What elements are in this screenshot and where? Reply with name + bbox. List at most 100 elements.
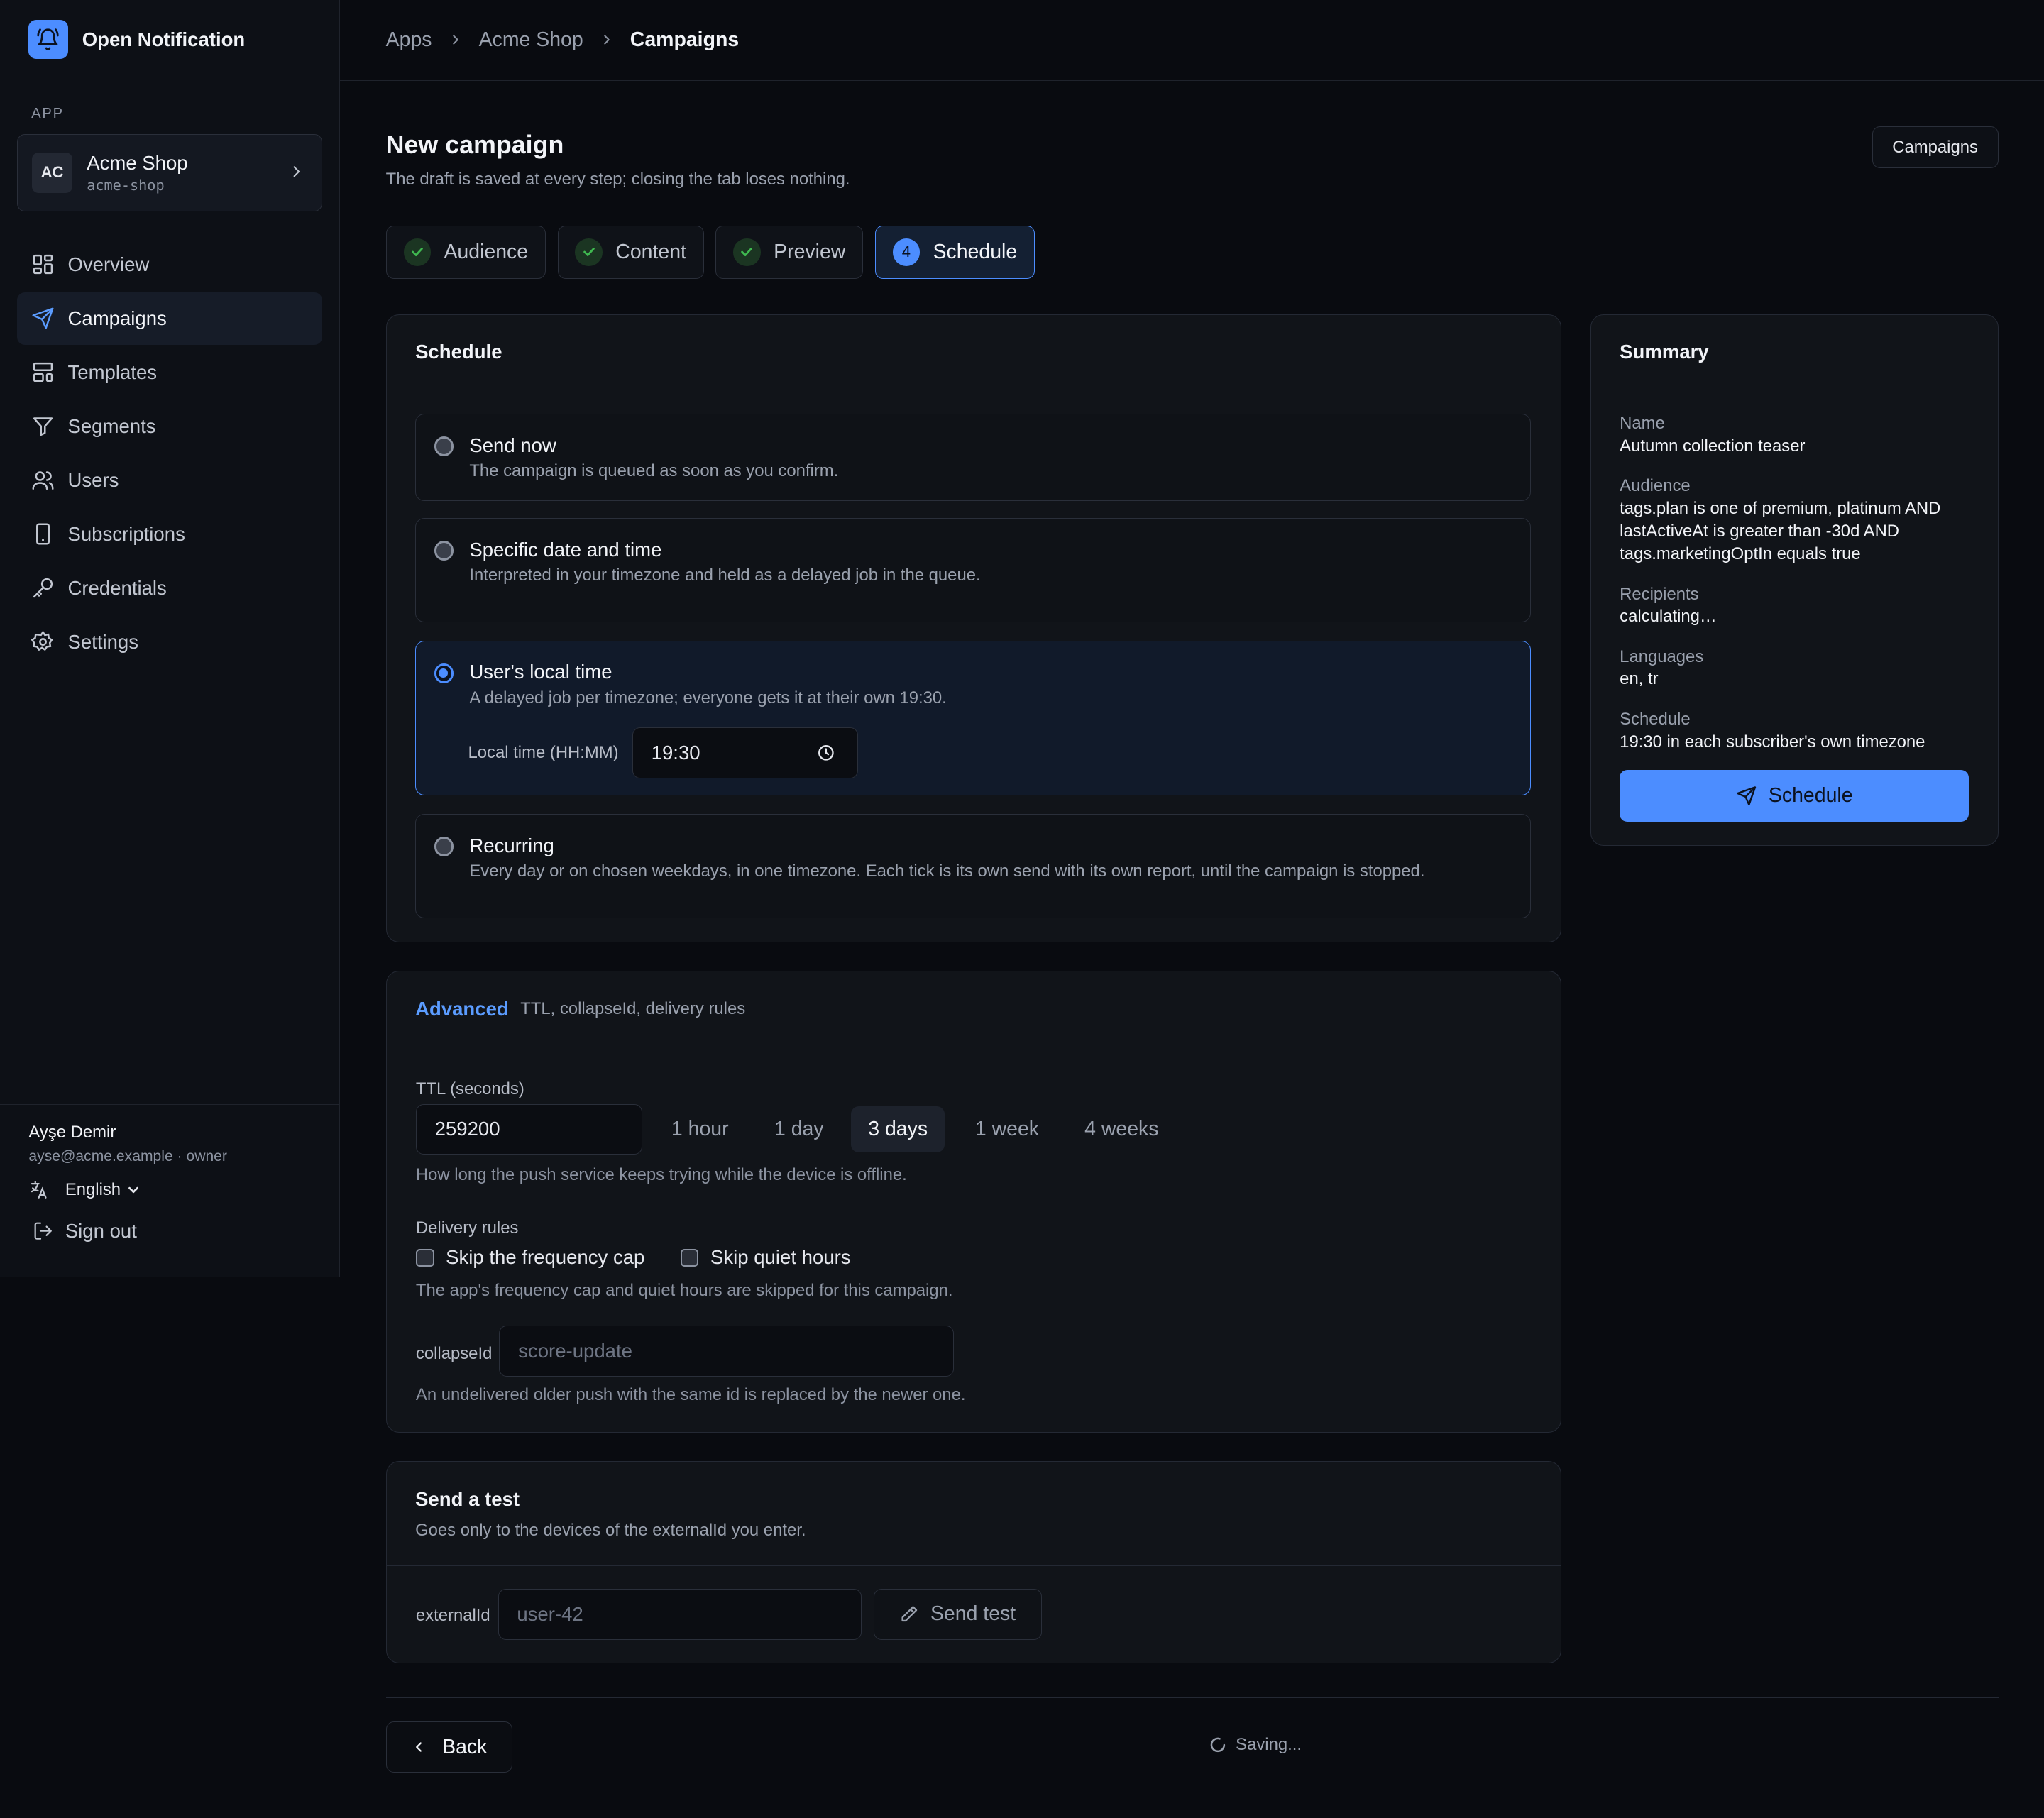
saving-status: Saving...	[1209, 1735, 1302, 1755]
skip-cap-label[interactable]: Skip the frequency cap	[446, 1246, 644, 1269]
collapse-id-input[interactable]: score-update	[499, 1325, 955, 1377]
translate-icon	[28, 1179, 49, 1200]
sidebar-item-settings[interactable]: Settings	[17, 616, 322, 668]
logout-icon	[33, 1221, 53, 1241]
campaigns-button[interactable]: Campaigns	[1872, 126, 1999, 168]
ttl-input[interactable]: 259200	[415, 1103, 643, 1155]
skip-quiet-label[interactable]: Skip quiet hours	[710, 1246, 851, 1269]
radio-local-time[interactable]	[434, 663, 454, 683]
send-test-label: Send test	[930, 1602, 1016, 1626]
ttl-value: 259200	[434, 1118, 500, 1140]
local-time-value: 19:30	[651, 741, 700, 764]
brand[interactable]: Open Notification	[0, 0, 340, 80]
skip-quiet-checkbox[interactable]	[680, 1248, 699, 1267]
back-label: Back	[442, 1735, 488, 1758]
step-label: Content	[615, 240, 686, 263]
step-label: Schedule	[933, 240, 1018, 263]
skip-cap-checkbox[interactable]	[415, 1248, 434, 1267]
preset-1-day[interactable]: 1 day	[757, 1106, 840, 1152]
send-test-button[interactable]: Send test	[873, 1588, 1042, 1640]
schedule-button[interactable]: Schedule	[1620, 769, 1969, 822]
option-send-now[interactable]: Send now The campaign is queued as soon …	[415, 414, 1532, 502]
send-test-subtitle: Goes only to the devices of the external…	[415, 1520, 806, 1540]
option-specific-time[interactable]: Specific date and time Interpreted in yo…	[415, 518, 1532, 623]
preset-4-weeks[interactable]: 4 weeks	[1067, 1106, 1175, 1152]
sidebar-item-label: Subscriptions	[67, 522, 185, 545]
sidebar-item-users[interactable]: Users	[17, 454, 322, 506]
summary-name: Autumn collection teaser	[1620, 436, 1806, 456]
local-time-label: Local time (HH:MM)	[468, 743, 619, 763]
footer-divider	[385, 1697, 1999, 1699]
send-icon	[1736, 786, 1757, 806]
sidebar-item-label: Segments	[67, 414, 156, 437]
wizard-steps: Audience Content Preview 4 Schedule	[385, 225, 1035, 280]
option-title: User's local time	[469, 661, 612, 683]
option-desc: The campaign is queued as soon as you co…	[469, 461, 839, 481]
external-id-input[interactable]: user-42	[498, 1588, 862, 1640]
spinner-icon	[1209, 1736, 1226, 1753]
page-title: New campaign	[385, 130, 564, 159]
summary-languages: en, tr	[1620, 669, 1659, 689]
option-title: Send now	[469, 434, 556, 456]
option-recurring[interactable]: Recurring Every day or on chosen weekday…	[415, 814, 1532, 919]
sign-out-button[interactable]: Sign out	[33, 1220, 312, 1243]
radio-send-now[interactable]	[434, 436, 454, 456]
sidebar-nav: Overview Campaigns Templates Segments Us…	[16, 238, 322, 670]
sidebar-item-templates[interactable]: Templates	[17, 346, 322, 398]
device-icon	[31, 522, 55, 546]
sidebar-item-segments[interactable]: Segments	[17, 400, 322, 452]
summary-title: Summary	[1590, 315, 1998, 391]
delivery-rules-label: Delivery rules	[415, 1218, 519, 1238]
divider	[386, 1565, 1561, 1566]
external-id-label: externalId	[415, 1605, 490, 1625]
brand-name: Open Notification	[82, 28, 246, 50]
sidebar-item-label: Users	[67, 468, 119, 491]
option-desc: Interpreted in your timezone and held as…	[469, 566, 981, 585]
option-title: Recurring	[469, 834, 554, 856]
back-button[interactable]: Back	[385, 1721, 512, 1773]
local-time-input[interactable]: 19:30	[632, 727, 858, 778]
option-local-time[interactable]: User's local time A delayed job per time…	[415, 640, 1532, 796]
sidebar: Open Notification APP AC Acme Shop acme-…	[0, 0, 341, 1277]
sidebar-item-label: Credentials	[67, 576, 167, 599]
breadcrumb-app[interactable]: Acme Shop	[479, 28, 583, 52]
chevron-right-icon	[287, 162, 306, 181]
sidebar-item-campaigns[interactable]: Campaigns	[16, 292, 322, 345]
preset-1-hour[interactable]: 1 hour	[654, 1106, 745, 1152]
app-slug: acme-shop	[87, 177, 165, 194]
sidebar-footer: Ayşe Demir ayse@acme.example · owner Eng…	[0, 1103, 341, 1243]
preset-1-week[interactable]: 1 week	[958, 1106, 1056, 1152]
summary-audience: tags.plan is one of premium, platinum AN…	[1620, 498, 1941, 564]
collapse-help: An undelivered older push with the same …	[415, 1385, 966, 1405]
summary-schedule: 19:30 in each subscriber's own timezone	[1620, 732, 1925, 751]
language-select[interactable]: English	[28, 1179, 312, 1200]
template-icon	[31, 360, 55, 384]
preset-3-days[interactable]: 3 days	[851, 1106, 945, 1152]
collapse-id-placeholder: score-update	[518, 1339, 632, 1362]
sidebar-item-subscriptions[interactable]: Subscriptions	[17, 508, 322, 560]
option-title: Specific date and time	[469, 538, 662, 561]
bell-icon	[28, 19, 68, 60]
summary-name-label: Name	[1620, 414, 1665, 434]
step-content[interactable]: Content	[557, 225, 704, 280]
collapse-id-label: collapseId	[415, 1343, 493, 1363]
user-meta: ayse@acme.example · owner	[28, 1147, 227, 1164]
advanced-header[interactable]: Advanced TTL, collapseId, delivery rules	[386, 971, 1561, 1047]
ttl-label: TTL (seconds)	[415, 1079, 524, 1098]
breadcrumb: Apps Acme Shop Campaigns	[340, 0, 2044, 81]
breadcrumb-apps[interactable]: Apps	[386, 28, 432, 52]
schedule-title: Schedule	[386, 315, 1561, 391]
radio-recurring[interactable]	[434, 837, 454, 856]
sidebar-item-overview[interactable]: Overview	[17, 238, 322, 290]
step-schedule[interactable]: 4 Schedule	[874, 225, 1035, 280]
delivery-help: The app's frequency cap and quiet hours …	[415, 1281, 953, 1301]
sidebar-item-credentials[interactable]: Credentials	[17, 562, 322, 614]
step-preview[interactable]: Preview	[715, 225, 864, 280]
summary-audience-label: Audience	[1620, 476, 1691, 496]
step-audience[interactable]: Audience	[385, 225, 546, 280]
summary-recipients-label: Recipients	[1620, 584, 1699, 604]
check-icon	[403, 238, 432, 266]
app-switcher[interactable]: AC Acme Shop acme-shop	[16, 134, 322, 211]
radio-specific-time[interactable]	[434, 541, 454, 561]
summary-schedule-label: Schedule	[1620, 710, 1691, 729]
